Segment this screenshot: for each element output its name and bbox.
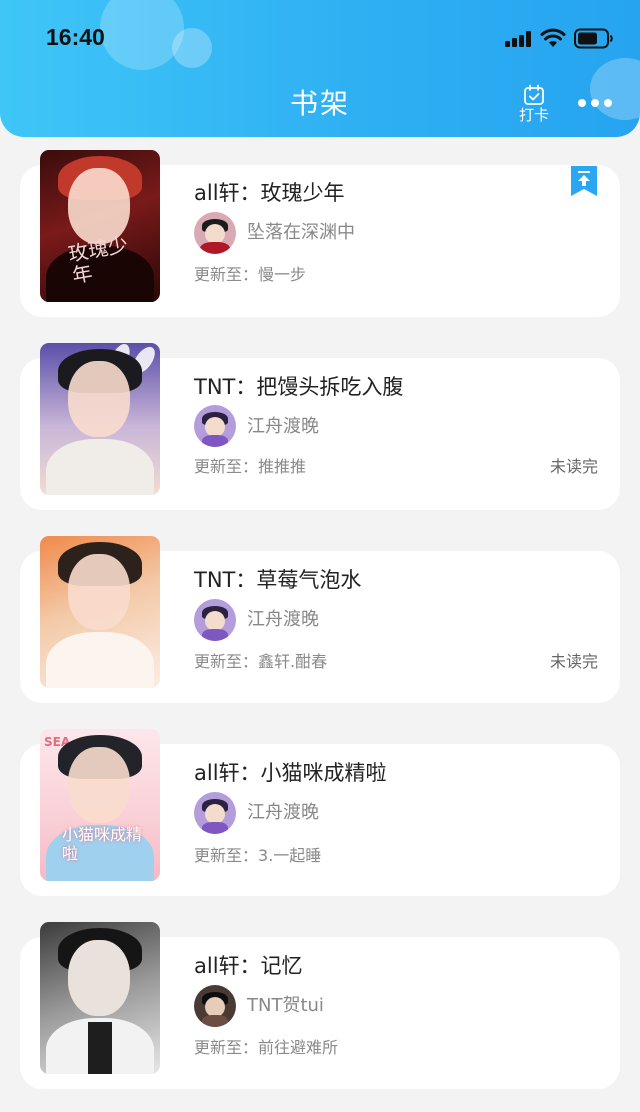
latest-chapter: 慢一步: [258, 265, 307, 284]
update-info: 更新至：慢一步: [194, 264, 306, 286]
decor-bubble: [100, 0, 184, 70]
more-dots-icon[interactable]: [578, 98, 614, 110]
book-cover[interactable]: SEA 小猫咪成精啦: [40, 729, 160, 881]
status-time: 16:40: [46, 24, 105, 50]
latest-chapter: 推推推: [258, 457, 307, 476]
author-name: TNT贺tui: [247, 995, 324, 1016]
book-title: TNT：把馒头拆吃入腹: [194, 375, 404, 399]
update-info: 更新至：前往避难所: [194, 1037, 338, 1059]
book-cover[interactable]: 玫瑰少年: [40, 150, 160, 302]
latest-chapter: 前往避难所: [258, 1038, 339, 1057]
cover-title: 小猫咪成精啦: [62, 825, 143, 863]
update-prefix: 更新至：: [194, 846, 259, 865]
book-cover[interactable]: [40, 343, 160, 495]
checkin-label: 打卡: [518, 106, 549, 124]
app-header: 16:40 书架 打卡: [0, 0, 640, 137]
author-avatar: [194, 405, 236, 447]
update-info: 更新至：推推推: [194, 456, 306, 478]
author-avatar: [194, 792, 236, 834]
update-prefix: 更新至：: [194, 652, 259, 671]
update-prefix: 更新至：: [194, 457, 259, 476]
latest-chapter: 3.一起睡: [258, 846, 322, 865]
update-prefix: 更新至：: [194, 1038, 259, 1057]
book-cover[interactable]: [40, 536, 160, 688]
checkin-button[interactable]: 打卡: [512, 84, 556, 126]
latest-chapter: 鑫轩.酣春: [258, 652, 328, 671]
author-name: 江舟渡晚: [247, 802, 319, 823]
author-name: 江舟渡晚: [247, 609, 319, 630]
unread-status: 未读完: [549, 457, 598, 476]
wifi-icon: [540, 28, 566, 47]
author-avatar: [194, 212, 236, 254]
update-info: 更新至：3.一起睡: [194, 845, 321, 867]
author-avatar: [194, 599, 236, 641]
update-info: 更新至：鑫轩.酣春: [194, 651, 327, 673]
author-name: 江舟渡晚: [247, 416, 319, 437]
book-title: all轩：玫瑰少年: [194, 181, 345, 205]
calendar-check-icon: [524, 84, 544, 105]
book-title: TNT：草莓气泡水: [194, 568, 362, 592]
book-cover[interactable]: [40, 922, 160, 1074]
battery-icon: [574, 28, 613, 49]
book-title: all轩：记忆: [194, 954, 303, 978]
pin-top-icon[interactable]: [571, 166, 597, 196]
book-title: all轩：小猫咪成精啦: [194, 761, 387, 785]
author-avatar: [194, 985, 236, 1027]
signal-icon: [505, 31, 533, 47]
decor-bubble: [172, 28, 212, 68]
unread-status: 未读完: [549, 652, 598, 671]
author-name: 坠落在深渊中: [247, 222, 355, 243]
update-prefix: 更新至：: [194, 265, 259, 284]
